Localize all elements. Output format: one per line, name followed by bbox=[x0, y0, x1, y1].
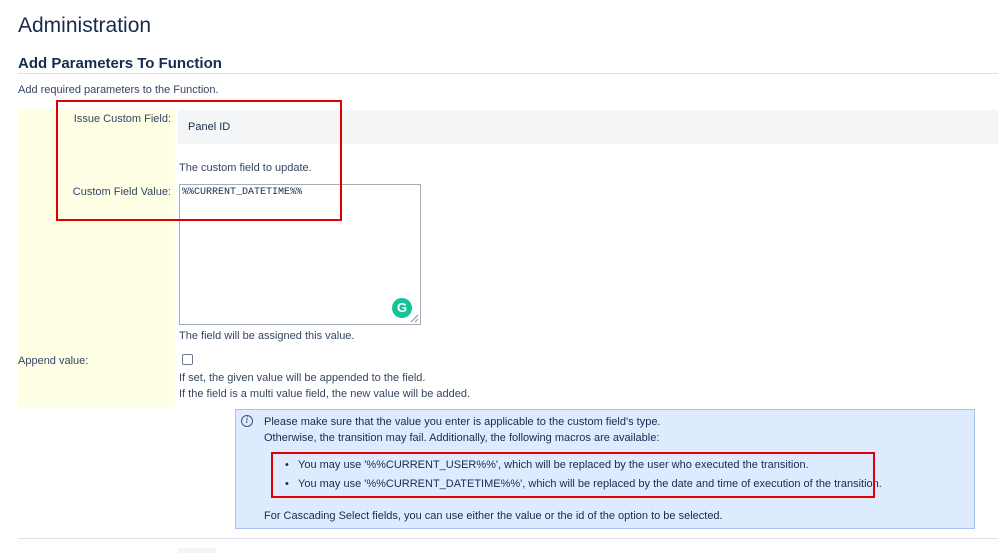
page-title: Administration bbox=[18, 14, 152, 37]
append-value-checkbox[interactable] bbox=[182, 354, 193, 365]
info-line-2: Otherwise, the transition may fail. Addi… bbox=[264, 432, 660, 444]
custom-field-value-description: The field will be assigned this value. bbox=[179, 330, 355, 342]
info-icon: i bbox=[241, 415, 253, 427]
info-line-1: Please make sure that the value you ente… bbox=[264, 416, 661, 428]
section-title: Add Parameters To Function bbox=[18, 55, 222, 72]
section-divider bbox=[18, 73, 998, 74]
append-value-description-2: If the field is a multi value field, the… bbox=[179, 388, 471, 400]
annotation-highlight-macros bbox=[271, 452, 875, 498]
next-field-stub bbox=[178, 548, 216, 553]
resize-handle-icon[interactable] bbox=[409, 313, 419, 323]
append-value-label: Append value: bbox=[18, 355, 89, 367]
footer-divider bbox=[18, 538, 998, 539]
info-line-3: For Cascading Select fields, you can use… bbox=[264, 510, 723, 522]
append-value-description-1: If set, the given value will be appended… bbox=[179, 372, 426, 384]
intro-text: Add required parameters to the Function. bbox=[18, 84, 219, 96]
annotation-highlight-fields bbox=[56, 100, 342, 221]
